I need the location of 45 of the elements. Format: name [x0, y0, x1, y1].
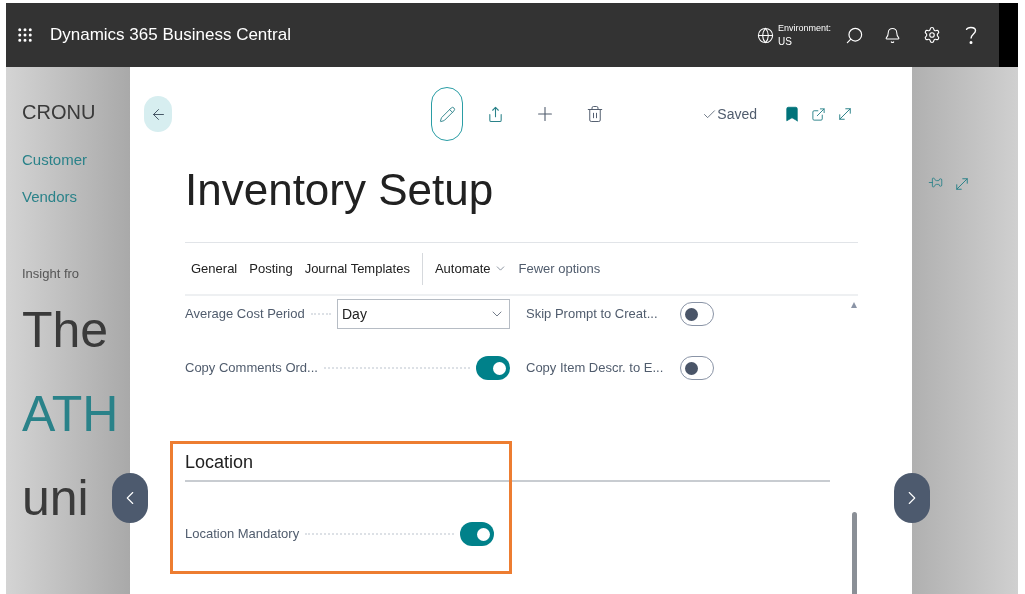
header-edge	[999, 3, 1018, 67]
share-icon[interactable]	[487, 105, 504, 123]
back-button[interactable]	[144, 96, 172, 132]
save-status: Saved	[717, 104, 757, 124]
toggle-switch[interactable]	[460, 522, 494, 546]
company-name: CRONU	[22, 100, 97, 125]
tab-menu[interactable]: Automate	[434, 258, 507, 279]
bell-icon[interactable]	[884, 26, 901, 44]
field-label: Copy Item Descr. to E...	[526, 359, 665, 378]
page-title: Inventory Setup	[185, 164, 495, 216]
settings-icon[interactable]	[923, 26, 941, 44]
select-value: Day	[342, 304, 367, 324]
field-label: Location Mandatory	[185, 525, 300, 544]
headline-text: ATH	[22, 384, 120, 444]
tab[interactable]: Journal Templates	[304, 258, 410, 279]
headline-text: The	[22, 300, 110, 360]
expand-icon[interactable]	[836, 105, 854, 123]
help-icon[interactable]	[965, 25, 977, 45]
app-title: Dynamics 365 Business Central	[50, 24, 291, 47]
insight-label: Insight fro	[22, 265, 81, 283]
toggle-switch[interactable]	[476, 356, 510, 380]
environment-indicator[interactable]: Environment: US	[777, 22, 831, 48]
previous-button[interactable]	[112, 473, 148, 523]
app-launcher-icon[interactable]	[16, 26, 34, 44]
open-new-window-icon[interactable]	[811, 106, 826, 122]
field-label: Copy Comments Ord...	[185, 359, 318, 378]
scrollbar-thumb[interactable]	[851, 512, 857, 594]
field-label: Average Cost Period	[185, 305, 305, 324]
search-icon[interactable]	[845, 25, 864, 45]
globe-icon[interactable]	[756, 26, 774, 44]
trash-icon[interactable]	[586, 105, 604, 123]
tab[interactable]: General	[191, 258, 238, 279]
headline-text: uni	[22, 468, 90, 528]
fewer-options-link[interactable]: Fewer options	[518, 258, 601, 279]
next-button[interactable]	[894, 473, 930, 523]
tab[interactable]: Posting	[249, 258, 293, 279]
section-heading: Location	[185, 451, 254, 474]
expand-icon[interactable]	[953, 175, 971, 193]
field-label: Skip Prompt to Creat...	[526, 305, 659, 324]
pencil-icon	[438, 105, 456, 123]
toggle-switch[interactable]	[680, 356, 714, 380]
toggle-switch[interactable]	[680, 302, 714, 326]
bookmark-icon[interactable]	[783, 105, 801, 123]
scroll-up-icon[interactable]	[851, 302, 857, 308]
select-field[interactable]: Day	[337, 299, 510, 329]
